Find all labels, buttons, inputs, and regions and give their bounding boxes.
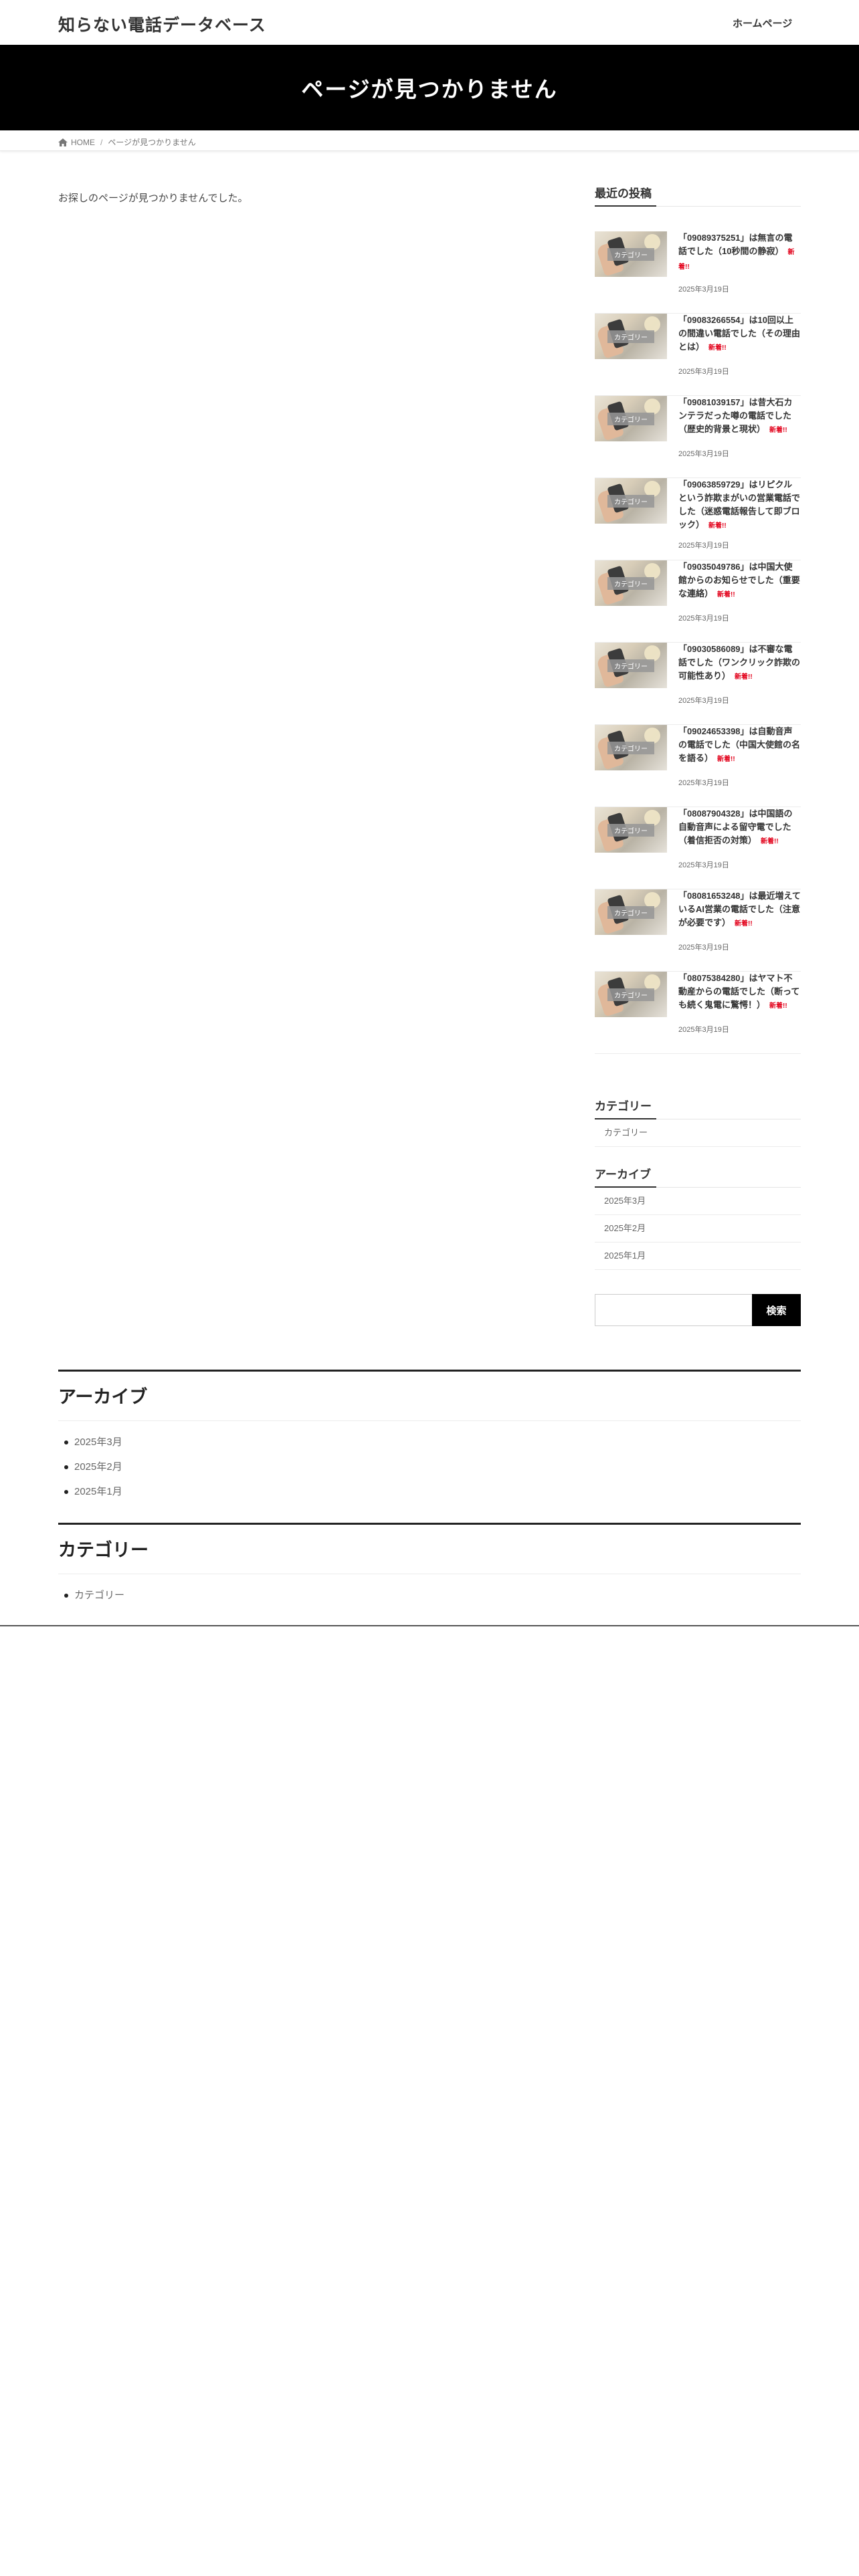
post-category-label: カテゴリー xyxy=(607,823,654,837)
new-badge: 新着!! xyxy=(769,427,787,434)
footer-categories-widget: カテゴリー カテゴリー xyxy=(58,1523,801,1611)
post-title-link[interactable]: 「09083266554」は10回以上の間違い電話でした（その理由とは） 新着!! xyxy=(678,314,801,355)
new-badge: 新着!! xyxy=(717,591,735,599)
breadcrumb: HOME / ページが見つかりません xyxy=(0,130,859,151)
recent-post-item[interactable]: カテゴリー 「09089375251」は無言の電話でした（10秒間の静寂） 新着!!… xyxy=(595,231,801,314)
recent-post-item[interactable]: カテゴリー 「09063859729」はリピクルという詐欺まがいの営業電話でした（… xyxy=(595,478,801,560)
post-title-link[interactable]: 「08081653248」は最近増えているAI営業の電話でした（注意が必要です）… xyxy=(678,889,801,931)
post-category-label: カテゴリー xyxy=(607,247,654,261)
post-category-label: カテゴリー xyxy=(607,988,654,1001)
sidebar-archive-item[interactable]: 2025年3月 xyxy=(595,1188,801,1215)
sidebar: 最近の投稿 カテゴリー 「09089375251」は無言の電話でした（10秒間の静… xyxy=(595,184,801,1326)
new-badge: 新着!! xyxy=(735,673,753,681)
post-category-label: カテゴリー xyxy=(607,494,654,508)
post-thumbnail[interactable]: カテゴリー xyxy=(595,643,667,688)
sidebar-archive-item[interactable]: 2025年2月 xyxy=(595,1215,801,1243)
footer-archives-widget: アーカイブ 2025年3月 2025年2月 2025年1月 xyxy=(58,1370,801,1507)
post-date: 2025年3月19日 xyxy=(678,779,729,787)
footer-categories-list: カテゴリー xyxy=(58,1574,801,1611)
new-badge: 新着!! xyxy=(735,920,753,928)
post-category-label: カテゴリー xyxy=(607,412,654,425)
archives-widget-title: アーカイブ xyxy=(595,1165,801,1188)
recent-post-item[interactable]: カテゴリー 「08075384280」はヤマト不動産からの電話でした（断っても続く… xyxy=(595,972,801,1054)
footer-archives-list: 2025年3月 2025年2月 2025年1月 xyxy=(58,1421,801,1507)
page-title: ページが見つかりません xyxy=(301,77,558,102)
breadcrumb-separator: / xyxy=(100,137,103,147)
page-header: ページが見つかりません xyxy=(0,45,859,130)
global-nav: ホームページ xyxy=(733,16,792,30)
new-badge: 新着!! xyxy=(708,344,727,352)
nav-item-home[interactable]: ホームページ xyxy=(733,18,792,29)
post-date: 2025年3月19日 xyxy=(678,542,729,550)
sidebar-archive-item[interactable]: 2025年1月 xyxy=(595,1243,801,1270)
search-form: 検索 xyxy=(595,1294,801,1326)
post-date: 2025年3月19日 xyxy=(678,1026,729,1034)
new-badge: 新着!! xyxy=(769,1002,787,1010)
footer-categories-title: カテゴリー xyxy=(58,1523,801,1574)
post-thumbnail[interactable]: カテゴリー xyxy=(595,231,667,277)
post-category-label: カテゴリー xyxy=(607,741,654,754)
categories-widget-title: カテゴリー xyxy=(595,1097,801,1119)
post-thumbnail[interactable]: カテゴリー xyxy=(595,807,667,853)
post-title-link[interactable]: 「08075384280」はヤマト不動産からの電話でした（断っても続く鬼電に驚愕… xyxy=(678,972,801,1013)
post-date: 2025年3月19日 xyxy=(678,944,729,952)
post-category-label: カテゴリー xyxy=(607,330,654,343)
post-title-text: 「09024653398」は自動音声の電話でした（中国大使館の名を語る） xyxy=(678,726,801,763)
post-title-text: 「09035049786」は中国大使館からのお知らせでした（重要な連絡） xyxy=(678,562,800,599)
search-input[interactable] xyxy=(595,1294,752,1326)
recent-posts-title: 最近の投稿 xyxy=(595,184,801,207)
site-title[interactable]: 知らない電話データベース xyxy=(58,12,266,36)
recent-post-item[interactable]: カテゴリー 「09035049786」は中国大使館からのお知らせでした（重要な連絡… xyxy=(595,560,801,643)
footer-archive-item[interactable]: 2025年1月 xyxy=(64,1483,801,1507)
post-thumbnail[interactable]: カテゴリー xyxy=(595,396,667,441)
new-badge: 新着!! xyxy=(708,522,727,530)
recent-post-item[interactable]: カテゴリー 「09081039157」は昔大石カンテラだった噂の電話でした（歴史的… xyxy=(595,396,801,478)
post-title-link[interactable]: 「09024653398」は自動音声の電話でした（中国大使館の名を語る） 新着!! xyxy=(678,725,801,766)
site-header: 知らない電話データベース ホームページ xyxy=(0,0,859,45)
post-thumbnail[interactable]: カテゴリー xyxy=(595,560,667,606)
post-date: 2025年3月19日 xyxy=(678,286,729,294)
post-title-link[interactable]: 「09030586089」は不審な電話でした（ワンクリック詐欺の可能性あり） 新着… xyxy=(678,643,801,684)
footer-archive-item[interactable]: 2025年2月 xyxy=(64,1458,801,1483)
post-category-label: カテゴリー xyxy=(607,659,654,672)
new-badge: 新着!! xyxy=(761,838,779,845)
post-date: 2025年3月19日 xyxy=(678,368,729,376)
breadcrumb-home[interactable]: HOME xyxy=(71,138,95,147)
footer-archives-title: アーカイブ xyxy=(58,1370,801,1421)
recent-post-item[interactable]: カテゴリー 「09024653398」は自動音声の電話でした（中国大使館の名を語る… xyxy=(595,725,801,807)
post-date: 2025年3月19日 xyxy=(678,697,729,705)
recent-post-item[interactable]: カテゴリー 「08081653248」は最近増えているAI営業の電話でした（注意が… xyxy=(595,889,801,972)
post-date: 2025年3月19日 xyxy=(678,615,729,623)
search-button[interactable]: 検索 xyxy=(752,1294,801,1326)
post-thumbnail[interactable]: カテゴリー xyxy=(595,478,667,524)
post-date: 2025年3月19日 xyxy=(678,861,729,869)
post-thumbnail[interactable]: カテゴリー xyxy=(595,972,667,1017)
post-title-text: 「09063859729」はリピクルという詐欺まがいの営業電話でした（迷惑電話報… xyxy=(678,479,801,530)
footer-archive-item[interactable]: 2025年3月 xyxy=(64,1433,801,1458)
post-title-link[interactable]: 「09063859729」はリピクルという詐欺まがいの営業電話でした（迷惑電話報… xyxy=(678,478,801,533)
footer-divider xyxy=(0,1625,859,1626)
post-thumbnail[interactable]: カテゴリー xyxy=(595,889,667,935)
post-title-link[interactable]: 「08087904328」は中国語の自動音声による留守電でした（着信拒否の対策）… xyxy=(678,807,801,849)
sidebar-category-item[interactable]: カテゴリー xyxy=(595,1119,801,1147)
post-thumbnail[interactable]: カテゴリー xyxy=(595,725,667,770)
home-icon xyxy=(58,138,68,146)
post-title-link[interactable]: 「09089375251」は無言の電話でした（10秒間の静寂） 新着!! xyxy=(678,231,801,274)
new-badge: 新着!! xyxy=(717,756,735,763)
post-date: 2025年3月19日 xyxy=(678,450,729,458)
post-title-text: 「09089375251」は無言の電話でした（10秒間の静寂） xyxy=(678,233,793,256)
post-title-link[interactable]: 「09081039157」は昔大石カンテラだった噂の電話でした（歴史的背景と現状… xyxy=(678,396,801,437)
post-category-label: カテゴリー xyxy=(607,905,654,919)
breadcrumb-current: ページが見つかりません xyxy=(108,138,196,147)
footer-category-item[interactable]: カテゴリー xyxy=(64,1586,801,1611)
post-category-label: カテゴリー xyxy=(607,576,654,590)
post-title-text: 「09083266554」は10回以上の間違い電話でした（その理由とは） xyxy=(678,315,801,352)
post-thumbnail[interactable]: カテゴリー xyxy=(595,314,667,359)
post-title-link[interactable]: 「09035049786」は中国大使館からのお知らせでした（重要な連絡） 新着!! xyxy=(678,560,801,602)
recent-post-item[interactable]: カテゴリー 「08087904328」は中国語の自動音声による留守電でした（着信拒… xyxy=(595,807,801,889)
not-found-message: お探しのページが見つかりませんでした。 xyxy=(58,193,248,204)
recent-post-item[interactable]: カテゴリー 「09083266554」は10回以上の間違い電話でした（その理由とは… xyxy=(595,314,801,396)
recent-post-item[interactable]: カテゴリー 「09030586089」は不審な電話でした（ワンクリック詐欺の可能性… xyxy=(595,643,801,725)
